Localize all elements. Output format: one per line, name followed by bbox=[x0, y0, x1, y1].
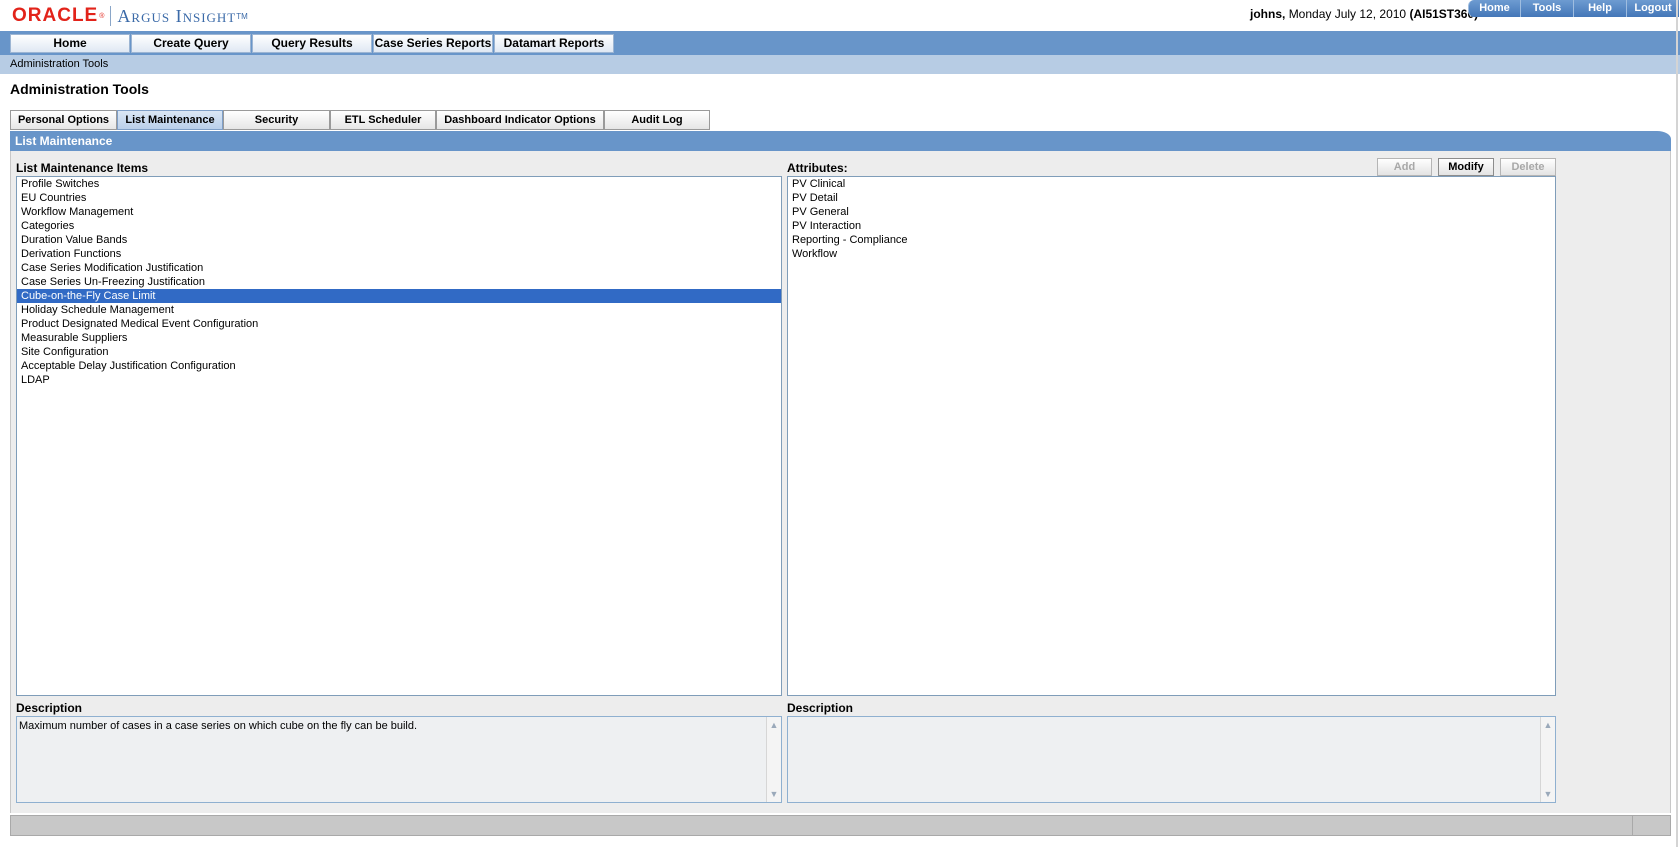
tab-list-maintenance[interactable]: List Maintenance bbox=[117, 110, 223, 130]
list-item[interactable]: Profile Switches bbox=[17, 177, 781, 191]
description-left-textarea[interactable]: Maximum number of cases in a case series… bbox=[16, 716, 782, 803]
logo-product-text: Argus Insight bbox=[117, 5, 237, 26]
list-item[interactable]: LDAP bbox=[17, 373, 781, 387]
list-maintenance-items-listbox[interactable]: Profile Switches EU Countries Workflow Man… bbox=[16, 176, 782, 696]
attributes-listbox[interactable]: PV Clinical PV Detail PV General PV Interac… bbox=[787, 176, 1556, 696]
list-items-label: List Maintenance Items bbox=[16, 161, 149, 175]
description-left-scrollbar[interactable]: ▲ ▼ bbox=[766, 717, 781, 802]
nav-datamart-reports[interactable]: Datamart Reports bbox=[494, 34, 614, 53]
logo-registered-mark: ® bbox=[99, 12, 105, 20]
list-item[interactable]: Categories bbox=[17, 219, 781, 233]
user-name: johns, bbox=[1250, 7, 1286, 21]
list-item[interactable]: EU Countries bbox=[17, 191, 781, 205]
add-button[interactable]: Add bbox=[1377, 158, 1432, 176]
list-item[interactable]: Site Configuration bbox=[17, 345, 781, 359]
panel-header: List Maintenance bbox=[10, 131, 1671, 151]
list-item[interactable]: Case Series Modification Justification bbox=[17, 261, 781, 275]
oracle-argus-logo: ORACLE ® Argus Insight TM bbox=[12, 5, 248, 27]
main-nav: Home Create Query Query Results Case Ser… bbox=[0, 31, 1680, 55]
delete-button[interactable]: Delete bbox=[1500, 158, 1556, 176]
list-item[interactable]: Derivation Functions bbox=[17, 247, 781, 261]
list-item[interactable]: Workflow Management bbox=[17, 205, 781, 219]
current-date: Monday July 12, 2010 bbox=[1288, 7, 1407, 21]
nav-query-results[interactable]: Query Results bbox=[252, 34, 372, 53]
attribute-item[interactable]: PV Clinical bbox=[788, 177, 1555, 191]
breadcrumb-bar: Administration Tools bbox=[0, 55, 1680, 74]
scroll-down-icon[interactable]: ▼ bbox=[767, 787, 781, 801]
scroll-up-icon[interactable]: ▲ bbox=[1541, 718, 1555, 732]
list-item[interactable]: Acceptable Delay Justification Configura… bbox=[17, 359, 781, 373]
description-left-text: Maximum number of cases in a case series… bbox=[19, 720, 418, 732]
tab-dashboard-indicator-options[interactable]: Dashboard Indicator Options bbox=[436, 110, 604, 130]
util-logout-button[interactable]: Logout bbox=[1626, 0, 1679, 17]
app-header: ORACLE ® Argus Insight TM johns, Monday … bbox=[0, 0, 1680, 31]
nav-home[interactable]: Home bbox=[10, 34, 130, 53]
utility-nav: Home Tools Help Logout bbox=[1468, 0, 1679, 17]
list-item[interactable]: Duration Value Bands bbox=[17, 233, 781, 247]
scroll-down-icon[interactable]: ▼ bbox=[1541, 787, 1555, 801]
tab-personal-options[interactable]: Personal Options bbox=[10, 110, 117, 130]
list-item[interactable]: Holiday Schedule Management bbox=[17, 303, 781, 317]
list-item[interactable]: Measurable Suppliers bbox=[17, 331, 781, 345]
list-item[interactable]: Cube-on-the-Fly Case Limit bbox=[17, 289, 781, 303]
attribute-item[interactable]: PV Detail bbox=[788, 191, 1555, 205]
scroll-up-icon[interactable]: ▲ bbox=[767, 718, 781, 732]
attribute-item[interactable]: Workflow bbox=[788, 247, 1555, 261]
logo-oracle-text: ORACLE bbox=[12, 5, 99, 26]
description-right-label: Description bbox=[787, 701, 854, 715]
list-item[interactable]: Product Designated Medical Event Configu… bbox=[17, 317, 781, 331]
nav-create-query[interactable]: Create Query bbox=[131, 34, 251, 53]
status-bar-cell bbox=[1632, 816, 1670, 835]
attribute-item[interactable]: Reporting - Compliance bbox=[788, 233, 1555, 247]
tab-security[interactable]: Security bbox=[223, 110, 330, 130]
logo-trademark: TM bbox=[236, 11, 248, 21]
util-help-button[interactable]: Help bbox=[1573, 0, 1626, 17]
status-bar bbox=[10, 815, 1671, 836]
nav-case-series-reports[interactable]: Case Series Reports bbox=[373, 34, 493, 53]
description-right-textarea[interactable]: ▲ ▼ bbox=[787, 716, 1556, 803]
description-left-label: Description bbox=[16, 701, 83, 715]
page-title: Administration Tools bbox=[10, 81, 149, 97]
attribute-item[interactable]: PV General bbox=[788, 205, 1555, 219]
attribute-item[interactable]: PV Interaction bbox=[788, 219, 1555, 233]
logo-divider bbox=[110, 6, 112, 26]
page-border bbox=[1676, 0, 1678, 847]
util-tools-button[interactable]: Tools bbox=[1520, 0, 1573, 17]
user-info: johns, Monday July 12, 2010 (AI51ST360) bbox=[1250, 7, 1478, 21]
panel-title: List Maintenance bbox=[15, 134, 113, 148]
modify-button[interactable]: Modify bbox=[1438, 158, 1494, 176]
list-item[interactable]: Case Series Un-Freezing Justification bbox=[17, 275, 781, 289]
description-right-scrollbar[interactable]: ▲ ▼ bbox=[1540, 717, 1555, 802]
attributes-label: Attributes: bbox=[787, 161, 848, 175]
breadcrumb: Administration Tools bbox=[10, 58, 109, 70]
util-home-button[interactable]: Home bbox=[1468, 0, 1520, 17]
tab-etl-scheduler[interactable]: ETL Scheduler bbox=[330, 110, 436, 130]
tab-audit-log[interactable]: Audit Log bbox=[604, 110, 710, 130]
